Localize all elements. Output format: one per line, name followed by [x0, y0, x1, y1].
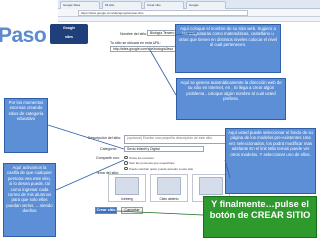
arrow-line [55, 159, 125, 191]
arrow-line [224, 159, 231, 179]
callout-arrows [47, 32, 231, 216]
arrow-line [149, 49, 177, 96]
arrow-line [47, 124, 125, 150]
arrow-line [116, 210, 204, 216]
arrow-line [174, 32, 198, 36]
